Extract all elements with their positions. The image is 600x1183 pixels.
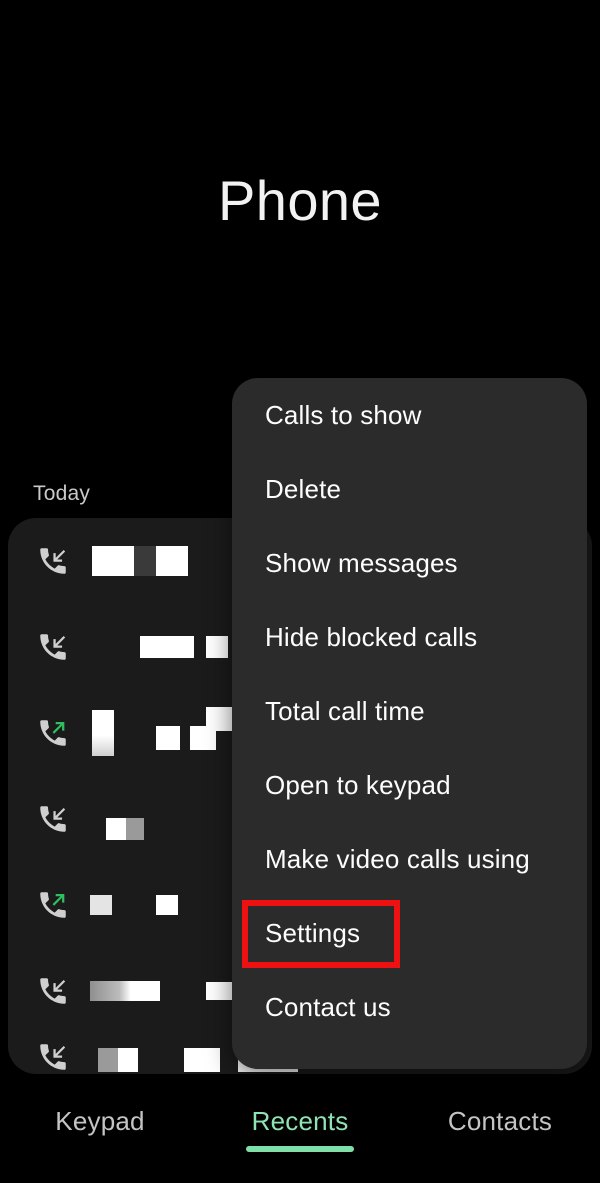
menu-item-label: Total call time — [265, 695, 425, 726]
redacted-text — [140, 636, 194, 658]
redacted-text — [206, 707, 232, 732]
redacted-text — [90, 981, 160, 1001]
redacted-text — [92, 710, 114, 756]
menu-item-delete[interactable]: Delete — [232, 452, 587, 526]
incoming-call-icon — [36, 802, 70, 836]
menu-item-total-call-time[interactable]: Total call time — [232, 674, 587, 748]
redacted-text — [156, 895, 178, 915]
menu-item-label: Open to keypad — [265, 769, 451, 800]
redacted-text — [156, 546, 188, 576]
tab-label: Contacts — [447, 1105, 553, 1136]
menu-item-contact-us[interactable]: Contact us — [232, 970, 587, 1044]
menu-item-calls-to-show[interactable]: Calls to show — [232, 378, 587, 452]
redacted-text — [156, 726, 180, 751]
redacted-text — [90, 895, 112, 915]
redacted-text — [126, 818, 144, 841]
tab-label: Keypad — [55, 1105, 145, 1136]
incoming-call-icon — [36, 544, 70, 578]
section-label-today: Today — [33, 482, 91, 505]
tab-contacts[interactable]: Contacts — [400, 1074, 600, 1183]
page-title: Phone — [218, 169, 382, 232]
menu-item-label: Delete — [265, 473, 342, 504]
menu-item-label: Show messages — [265, 547, 458, 578]
redacted-text — [118, 1047, 138, 1072]
menu-item-open-to-keypad[interactable]: Open to keypad — [232, 748, 587, 822]
incoming-call-icon — [36, 974, 70, 1008]
bottom-tab-bar: Keypad Recents Contacts — [0, 1074, 600, 1183]
redacted-text — [92, 546, 134, 576]
redacted-text — [206, 982, 232, 1000]
redacted-text — [98, 1047, 118, 1072]
incoming-call-icon — [36, 1040, 70, 1074]
overflow-menu: Calls to show Delete Show messages Hide … — [232, 378, 587, 1069]
redacted-text — [206, 636, 228, 658]
menu-item-label: Calls to show — [265, 399, 422, 430]
menu-item-label: Make video calls using — [265, 843, 530, 874]
menu-item-make-video-calls-using[interactable]: Make video calls using — [232, 822, 587, 896]
outgoing-call-icon — [36, 716, 70, 750]
menu-item-label: Contact us — [265, 991, 391, 1022]
outgoing-call-icon — [36, 888, 70, 922]
tab-label: Recents — [251, 1105, 349, 1136]
menu-item-label: Settings — [265, 917, 361, 948]
incoming-call-icon — [36, 630, 70, 664]
phone-app-screen: Phone Today Calls to show Delete Show me… — [0, 0, 600, 1183]
tab-keypad[interactable]: Keypad — [0, 1074, 200, 1183]
tab-underline — [246, 1145, 354, 1152]
tab-recents[interactable]: Recents — [200, 1074, 400, 1183]
menu-item-label: Hide blocked calls — [265, 621, 478, 652]
menu-item-show-messages[interactable]: Show messages — [232, 526, 587, 600]
redacted-text — [106, 818, 126, 841]
menu-item-settings[interactable]: Settings — [232, 896, 587, 970]
redacted-text — [184, 1047, 220, 1072]
menu-item-hide-blocked-calls[interactable]: Hide blocked calls — [232, 600, 587, 674]
